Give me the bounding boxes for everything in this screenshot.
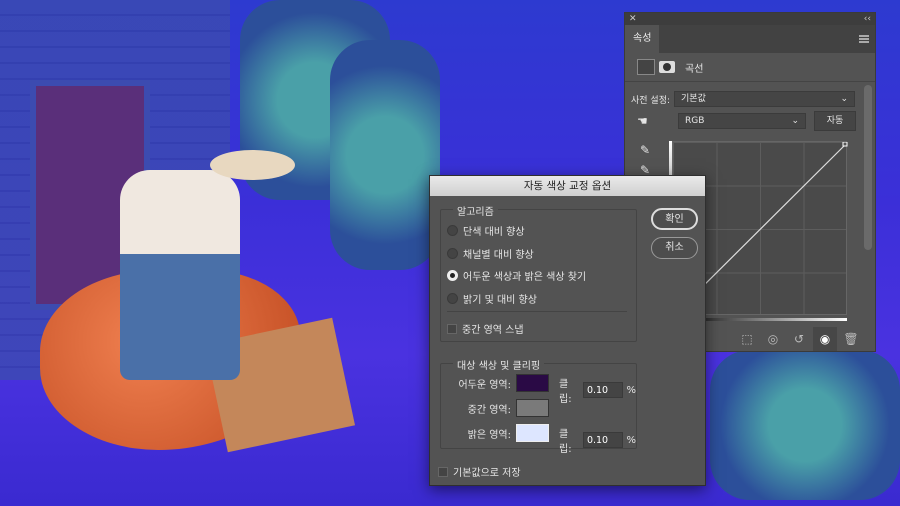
- highlights-clip-input[interactable]: 0.10: [582, 432, 624, 448]
- option-label: 어두운 색상과 밝은 색상 찾기: [463, 272, 587, 283]
- algorithm-group: 알고리즘 단색 대비 향상 채널별 대비 향상 어두운 색상과 밝은 색상 찾기…: [440, 203, 637, 342]
- option-label: 채널별 대비 향상: [463, 250, 534, 261]
- preset-value: 기본값: [681, 94, 706, 104]
- clip-label: 클립:: [559, 379, 572, 405]
- algorithm-option-dark-light[interactable]: 어두운 색상과 밝은 색상 찾기: [447, 268, 586, 283]
- channel-value: RGB: [685, 116, 705, 126]
- shadows-clip-input[interactable]: 0.10: [582, 382, 624, 398]
- radio-button[interactable]: [447, 293, 458, 304]
- cowboy-image: [120, 170, 240, 380]
- reset-icon[interactable]: ↺: [787, 327, 811, 351]
- cancel-button[interactable]: 취소: [651, 237, 698, 259]
- preset-label: 사전 설정:: [631, 95, 671, 106]
- shadows-color-swatch[interactable]: [516, 374, 549, 392]
- highlights-label: 밝은 영역:: [467, 430, 511, 441]
- trash-icon[interactable]: 🗑: [839, 327, 863, 351]
- target-adjust-hand-icon[interactable]: ☚: [637, 114, 648, 128]
- checkbox[interactable]: [438, 466, 448, 477]
- ok-button[interactable]: 확인: [651, 208, 698, 230]
- view-previous-icon[interactable]: ◎: [761, 327, 785, 351]
- clip-label: 클립:: [559, 429, 572, 455]
- scrollbar[interactable]: [864, 85, 872, 250]
- coral-image: [330, 40, 440, 270]
- checkbox-label: 중간 영역 스냅: [462, 325, 524, 336]
- clip-to-layer-icon[interactable]: ⬚: [735, 327, 759, 351]
- algorithm-option-monochromatic[interactable]: 단색 대비 향상: [447, 223, 525, 238]
- algorithm-option-brightness-contrast[interactable]: 밝기 및 대비 향상: [447, 291, 537, 306]
- mask-icon[interactable]: [659, 61, 675, 73]
- radio-button[interactable]: [447, 225, 458, 236]
- visibility-eye-icon[interactable]: ◉: [813, 327, 837, 351]
- divider: [447, 311, 627, 312]
- option-label: 밝기 및 대비 향상: [463, 295, 537, 306]
- highlights-color-swatch[interactable]: [516, 424, 549, 442]
- panel-menu-icon[interactable]: [859, 35, 869, 43]
- target-colors-label: 대상 색상 및 클리핑: [453, 357, 545, 372]
- chevron-down-icon: ⌄: [791, 116, 799, 126]
- algorithm-label: 알고리즘: [453, 203, 498, 218]
- channel-select[interactable]: RGB ⌄: [678, 113, 806, 129]
- percent-label: %: [626, 434, 636, 446]
- coral-image: [710, 350, 900, 500]
- curves-icon: [637, 59, 655, 75]
- tab-properties[interactable]: 속성: [625, 25, 660, 53]
- cowboy-hat-image: [210, 150, 295, 180]
- preset-select[interactable]: 기본값 ⌄: [674, 91, 856, 107]
- chevron-down-icon: ⌄: [840, 94, 849, 104]
- adjustment-type-label: 곡선: [685, 63, 704, 75]
- eyedropper-icon[interactable]: ✎: [640, 143, 650, 157]
- algorithm-option-per-channel[interactable]: 채널별 대비 향상: [447, 246, 534, 261]
- dialog-title: 자동 색상 교정 옵션: [430, 176, 705, 196]
- percent-label: %: [626, 384, 636, 396]
- collapse-icon[interactable]: ‹‹: [864, 13, 871, 25]
- auto-color-correction-dialog: 자동 색상 교정 옵션 알고리즘 단색 대비 향상 채널별 대비 향상 어두운 …: [429, 175, 706, 486]
- checkbox-label: 기본값으로 저장: [453, 468, 521, 479]
- target-colors-group: 대상 색상 및 클리핑 어두운 영역: 클립: 0.10% 중간 영역: 밝은 영…: [440, 357, 637, 455]
- snap-midtones-checkbox[interactable]: 중간 영역 스냅: [447, 321, 524, 336]
- checkbox[interactable]: [447, 323, 457, 334]
- radio-button-selected[interactable]: [447, 270, 458, 281]
- close-icon[interactable]: ✕: [629, 13, 637, 25]
- save-as-default-checkbox[interactable]: 기본값으로 저장: [438, 464, 521, 479]
- auto-button[interactable]: 자동: [814, 111, 856, 131]
- midtones-label: 중간 영역:: [467, 405, 511, 416]
- midtones-color-swatch[interactable]: [516, 399, 549, 417]
- option-label: 단색 대비 향상: [463, 227, 525, 238]
- shadows-label: 어두운 영역:: [458, 380, 511, 391]
- radio-button[interactable]: [447, 248, 458, 259]
